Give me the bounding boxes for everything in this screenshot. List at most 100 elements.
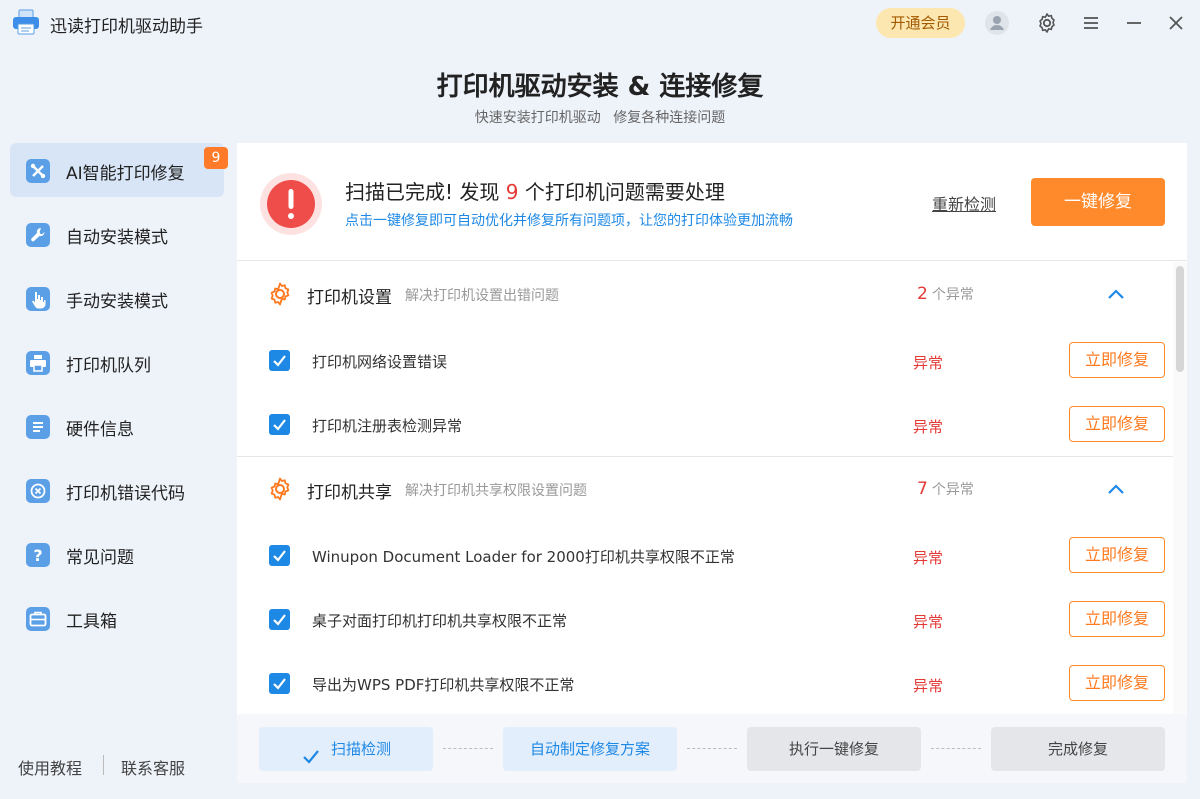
- group-description: 解决打印机共享权限设置问题: [405, 483, 587, 499]
- toolbox-icon: [26, 607, 50, 631]
- issue-checkbox[interactable]: [269, 673, 290, 694]
- group-title: 打印机设置: [307, 288, 392, 308]
- gear-icon: [267, 476, 293, 502]
- fix-now-button[interactable]: 立即修复: [1069, 342, 1165, 378]
- fix-all-button[interactable]: 一键修复: [1031, 178, 1165, 226]
- sidebar-item-label: AI智能打印修复: [66, 164, 185, 184]
- summary-title-suffix: 个打印机问题需要处理: [524, 180, 725, 204]
- issue-checkbox[interactable]: [269, 414, 290, 435]
- sidebar-item-label: 工具箱: [66, 612, 117, 632]
- group-issue-count: 2 个异常: [917, 284, 974, 304]
- support-link[interactable]: 联系客服: [121, 755, 185, 779]
- issue-row: 打印机网络设置错误 异常 立即修复: [237, 328, 1173, 392]
- step-execute: 执行一键修复: [747, 727, 921, 771]
- sidebar-item-label: 硬件信息: [66, 420, 134, 440]
- chevron-up-icon[interactable]: [1103, 477, 1129, 503]
- question-icon: ?: [26, 543, 50, 567]
- fix-now-button[interactable]: 立即修复: [1069, 601, 1165, 637]
- issue-status: 异常: [913, 549, 944, 567]
- step-connector: [687, 748, 737, 749]
- scan-summary: 扫描已完成! 发现 9 个打印机问题需要处理 点击一键修复即可自动优化并修复所有…: [237, 143, 1187, 261]
- issue-status: 异常: [913, 613, 944, 631]
- sidebar-item-label: 打印机队列: [66, 356, 151, 376]
- issue-group-header: 打印机共享 解决打印机共享权限设置问题 7 个异常: [237, 457, 1173, 523]
- sidebar-item-faq[interactable]: ? 常见问题: [10, 527, 224, 581]
- printer-icon: [26, 351, 50, 375]
- group-issue-count: 7 个异常: [917, 479, 974, 499]
- gear-icon[interactable]: [1035, 11, 1059, 35]
- group-title: 打印机共享: [307, 483, 392, 503]
- gear-icon: [267, 281, 293, 307]
- scrollbar[interactable]: [1173, 262, 1187, 714]
- step-connector: [931, 748, 981, 749]
- menu-icon[interactable]: [1079, 11, 1103, 35]
- app-title: 迅读打印机驱动助手: [50, 17, 203, 37]
- recheck-link[interactable]: 重新检测: [932, 191, 996, 215]
- step-plan: 自动制定修复方案: [503, 727, 677, 771]
- sidebar-item-manual-install[interactable]: 手动安装模式: [10, 271, 224, 325]
- issue-checkbox[interactable]: [269, 545, 290, 566]
- issue-status: 异常: [913, 418, 944, 436]
- svg-text:?: ?: [33, 546, 42, 565]
- summary-title: 扫描已完成! 发现 9 个打印机问题需要处理: [345, 176, 725, 205]
- wrench-icon: [26, 223, 50, 247]
- scrollbar-thumb[interactable]: [1176, 266, 1184, 372]
- tutorial-link[interactable]: 使用教程: [18, 755, 82, 779]
- issue-name: 桌子对面打印机打印机共享权限不正常: [312, 612, 568, 630]
- main-panel: 扫描已完成! 发现 9 个打印机问题需要处理 点击一键修复即可自动优化并修复所有…: [237, 143, 1187, 783]
- sidebar-item-toolbox[interactable]: 工具箱: [10, 591, 224, 645]
- checkmark-icon: [301, 740, 321, 764]
- issue-group-header: 打印机设置 解决打印机设置出错问题 2 个异常: [237, 262, 1173, 328]
- footer-divider: [103, 755, 104, 775]
- step-scan: 扫描检测: [259, 727, 433, 771]
- issue-status: 异常: [913, 354, 944, 372]
- group-description: 解决打印机设置出错问题: [405, 288, 559, 304]
- user-avatar-icon[interactable]: [985, 11, 1009, 35]
- repair-steps: 扫描检测 自动制定修复方案 执行一键修复 完成修复: [237, 714, 1187, 783]
- chevron-up-icon[interactable]: [1103, 282, 1129, 308]
- step-connector: [443, 748, 493, 749]
- sidebar-item-error-codes[interactable]: 打印机错误代码: [10, 463, 224, 517]
- fix-now-button[interactable]: 立即修复: [1069, 406, 1165, 442]
- group-count-number: 2: [917, 284, 928, 304]
- fix-now-button[interactable]: 立即修复: [1069, 665, 1165, 701]
- title-bar: 迅读打印机驱动助手 开通会员: [0, 0, 1200, 46]
- step-label: 自动制定修复方案: [529, 740, 650, 758]
- issue-checkbox[interactable]: [269, 350, 290, 371]
- issue-row: Winupon Document Loader for 2000打印机共享权限不…: [237, 523, 1173, 587]
- list-icon: [26, 415, 50, 439]
- group-count-number: 7: [917, 479, 928, 499]
- sidebar-item-label: 打印机错误代码: [66, 484, 185, 504]
- fix-now-button[interactable]: 立即修复: [1069, 537, 1165, 573]
- sidebar-item-label: 常见问题: [66, 548, 134, 568]
- issue-checkbox[interactable]: [269, 609, 290, 630]
- printer-logo-icon: [12, 9, 40, 35]
- sidebar-item-ai-repair[interactable]: AI智能打印修复 9: [10, 143, 228, 197]
- issue-name: 导出为WPS PDF打印机共享权限不正常: [312, 676, 575, 694]
- issue-name: Winupon Document Loader for 2000打印机共享权限不…: [312, 548, 735, 566]
- issue-row: 桌子对面打印机打印机共享权限不正常 异常 立即修复: [237, 587, 1173, 651]
- page-subtitle: 快速安装打印机驱动 修复各种连接问题: [474, 110, 726, 126]
- minimize-icon[interactable]: [1122, 11, 1146, 35]
- summary-subtitle: 点击一键修复即可自动优化并修复所有问题项，让您的打印体验更加流畅: [345, 213, 793, 229]
- issue-count: 9: [505, 180, 519, 204]
- issue-row: 打印机注册表检测异常 异常 立即修复: [237, 392, 1173, 456]
- step-complete: 完成修复: [991, 727, 1165, 771]
- tools-icon: [26, 159, 50, 183]
- page-title: 打印机驱动安装 & 连接修复: [436, 72, 764, 102]
- issue-name: 打印机注册表检测异常: [312, 417, 463, 435]
- sidebar-item-label: 自动安装模式: [66, 228, 168, 248]
- sidebar-item-hardware-info[interactable]: 硬件信息: [10, 399, 224, 453]
- sidebar: AI智能打印修复 9 自动安装模式 手动安装模式 打印机队列 硬件信息 打印机错…: [0, 140, 237, 799]
- sidebar-item-auto-install[interactable]: 自动安装模式: [10, 207, 224, 261]
- sidebar-item-label: 手动安装模式: [66, 292, 168, 312]
- group-count-unit: 个异常: [931, 287, 974, 303]
- summary-title-prefix: 扫描已完成! 发现: [345, 180, 500, 204]
- vip-button[interactable]: 开通会员: [876, 8, 965, 38]
- close-icon[interactable]: [1164, 11, 1188, 35]
- step-label: 扫描检测: [330, 740, 391, 758]
- sidebar-item-printer-queue[interactable]: 打印机队列: [10, 335, 224, 389]
- step-label: 完成修复: [1047, 740, 1108, 758]
- hand-pointer-icon: [26, 287, 50, 311]
- issue-list[interactable]: 打印机设置 解决打印机设置出错问题 2 个异常 打印机网络设置错误 异常 立即修复…: [237, 262, 1187, 714]
